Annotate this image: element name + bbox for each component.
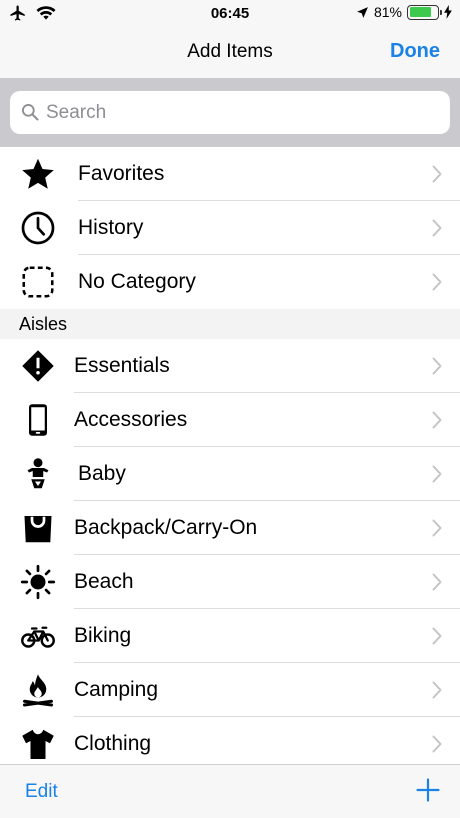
chevron-right-icon — [432, 519, 442, 537]
chevron-right-icon — [432, 573, 442, 591]
baby-icon — [20, 456, 56, 492]
sun-icon — [20, 564, 56, 600]
tshirt-icon — [20, 726, 56, 762]
list-item-baby[interactable]: Baby — [0, 447, 460, 501]
list-item-no-category[interactable]: No Category — [0, 255, 460, 309]
phone-icon — [20, 402, 56, 438]
category-list: Favorites History No Category Aisles Ess… — [0, 147, 460, 771]
list-item-biking[interactable]: Biking — [0, 609, 460, 663]
search-icon — [22, 104, 39, 121]
plus-icon[interactable] — [416, 778, 440, 802]
edit-button[interactable]: Edit — [25, 781, 58, 803]
status-bar: 06:45 81% — [0, 0, 460, 28]
section-title: Aisles — [19, 314, 68, 334]
list-item-favorites[interactable]: Favorites — [0, 147, 460, 201]
list-item-camping[interactable]: Camping — [0, 663, 460, 717]
list-item-label: Beach — [74, 570, 134, 593]
nav-bar: Add Items Done — [0, 28, 460, 78]
status-right: 81% — [356, 4, 452, 20]
list-item-label: Essentials — [74, 354, 170, 377]
chevron-right-icon — [432, 219, 442, 237]
chevron-right-icon — [432, 735, 442, 753]
list-item-clothing[interactable]: Clothing — [0, 717, 460, 771]
dashed-square-icon — [20, 264, 56, 300]
list-item-label: Favorites — [78, 162, 165, 185]
clock-icon — [20, 210, 56, 246]
list-item-beach[interactable]: Beach — [0, 555, 460, 609]
list-item-label: Clothing — [74, 732, 152, 755]
list-item-label: Biking — [74, 624, 132, 647]
list-item-essentials[interactable]: Essentials — [0, 339, 460, 393]
campfire-icon — [20, 672, 56, 708]
bottom-toolbar: Edit — [0, 764, 460, 818]
star-icon — [20, 156, 56, 192]
battery-percent: 81% — [373, 4, 402, 20]
diamond-exclamation-icon — [20, 348, 56, 384]
chevron-right-icon — [432, 465, 442, 483]
battery-level — [409, 7, 432, 17]
list-item-label: Backpack/Carry-On — [74, 516, 258, 539]
list-item-label: Camping — [74, 678, 159, 701]
list-item-label: Baby — [78, 462, 126, 485]
done-button[interactable]: Done — [390, 40, 440, 63]
list-item-label: Accessories — [74, 408, 188, 431]
bicycle-icon — [20, 618, 56, 654]
chevron-right-icon — [432, 357, 442, 375]
section-header-aisles: Aisles — [0, 309, 460, 339]
chevron-right-icon — [432, 627, 442, 645]
chevron-right-icon — [432, 411, 442, 429]
battery-icon — [407, 4, 442, 20]
list-item-label: History — [78, 216, 144, 239]
search-input[interactable] — [46, 91, 441, 134]
list-item-accessories[interactable]: Accessories — [0, 393, 460, 447]
list-item-label: No Category — [78, 270, 196, 293]
chevron-right-icon — [432, 681, 442, 699]
list-item-backpack-carry-on[interactable]: Backpack/Carry-On — [0, 501, 460, 555]
search-bar — [0, 78, 460, 147]
chevron-right-icon — [432, 165, 442, 183]
bag-icon — [20, 510, 56, 546]
search-box[interactable] — [10, 91, 450, 134]
list-item-history[interactable]: History — [0, 201, 460, 255]
location-arrow-icon — [357, 6, 368, 18]
chevron-right-icon — [432, 273, 442, 291]
charging-bolt-icon — [444, 5, 452, 19]
